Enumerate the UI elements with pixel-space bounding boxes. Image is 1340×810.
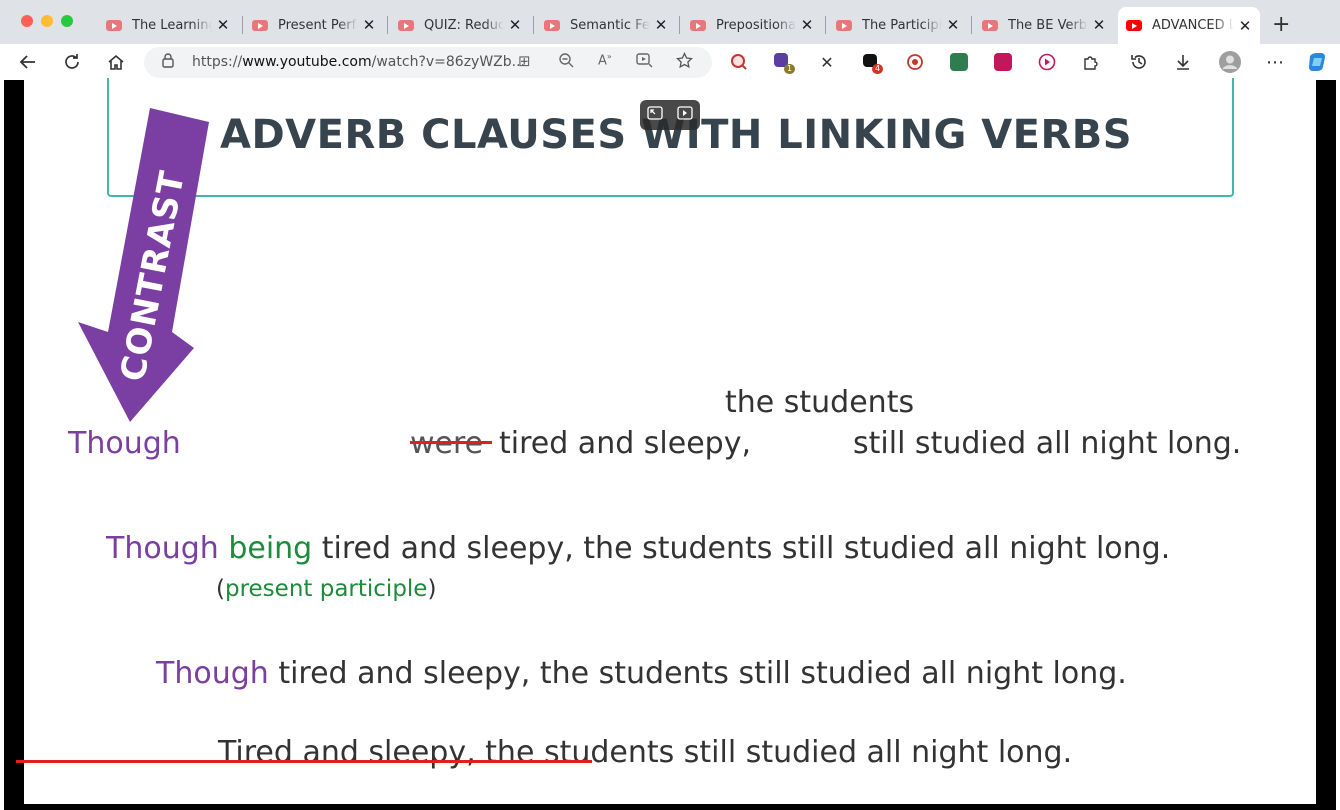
close-tab-icon[interactable]: ✕ (508, 16, 522, 34)
youtube-icon (252, 19, 268, 31)
browser-tab[interactable]: The Participial ✕ (828, 8, 968, 42)
close-tab-icon[interactable]: ✕ (654, 16, 668, 34)
video-enhance-icon[interactable] (636, 52, 653, 72)
though-word: Though (68, 426, 181, 461)
close-tab-icon[interactable]: ✕ (1238, 17, 1252, 35)
tab-label: The Learning Li (132, 17, 212, 33)
tab-label: Semantic Featu (570, 17, 650, 33)
video-progress-bar[interactable] (16, 760, 592, 763)
close-window-button[interactable] (21, 15, 33, 27)
tab-label: The Participial (862, 17, 942, 33)
video-overlay-controls (640, 100, 700, 130)
extension-record-icon[interactable] (903, 50, 927, 74)
youtube-icon (982, 19, 998, 31)
maximize-window-button[interactable] (61, 15, 73, 27)
close-tab-icon[interactable]: ✕ (1092, 16, 1106, 34)
app-available-icon[interactable]: ⊞ (518, 52, 531, 70)
browser-tab[interactable]: QUIZ: Reduced ✕ (390, 8, 530, 42)
downloads-icon[interactable] (1171, 50, 1195, 74)
inserted-subject: the students (725, 385, 915, 420)
tab-label: The BE Verb: E (1008, 17, 1088, 33)
home-icon[interactable] (104, 50, 128, 74)
more-menu-icon[interactable]: ⋯ (1263, 50, 1287, 74)
extension-pen-icon[interactable]: 1 (771, 50, 796, 74)
close-tab-icon[interactable]: ✕ (946, 16, 960, 34)
reload-icon[interactable] (60, 50, 84, 74)
history-icon[interactable] (1127, 50, 1151, 74)
close-tab-icon[interactable]: ✕ (800, 16, 814, 34)
exit-fullscreen-icon[interactable] (647, 106, 663, 124)
video-frame: ADVERB CLAUSES WITH LINKING VERBS CONTRA… (24, 78, 1316, 804)
back-icon[interactable] (16, 50, 40, 74)
youtube-icon (398, 19, 414, 31)
sentence-reduced: Though tired and sleepy, the students st… (156, 656, 1127, 691)
tab-label: ADVANCED LE (1152, 18, 1234, 33)
participle-note: (present participle) (216, 576, 437, 602)
picture-in-picture-icon[interactable] (677, 106, 693, 124)
url-text: https://www.youtube.com/watch?v=86zyWZb.… (192, 54, 526, 70)
extension-download-icon[interactable] (947, 50, 971, 74)
extension-badge: 1 (784, 64, 796, 74)
tab-label: Prepositional P (716, 17, 796, 33)
browser-tab[interactable]: Semantic Featu ✕ (536, 8, 676, 42)
browser-tab[interactable]: The Learning Li ✕ (98, 8, 238, 42)
close-tab-icon[interactable]: ✕ (362, 16, 376, 34)
tab-label: QUIZ: Reduced (424, 17, 504, 33)
youtube-icon (1126, 20, 1142, 31)
video-player[interactable]: ADVERB CLAUSES WITH LINKING VERBS CONTRA… (4, 78, 1336, 810)
favorite-star-icon[interactable] (676, 51, 693, 73)
main-clause-text: still studied all night long. (853, 426, 1242, 461)
clause-text: tired and sleepy, (499, 426, 751, 461)
copilot-icon[interactable] (1305, 50, 1329, 74)
extension-chat-icon[interactable]: 4 (859, 50, 884, 74)
minimize-window-button[interactable] (41, 15, 53, 27)
youtube-icon (544, 19, 560, 31)
profile-avatar[interactable] (1218, 50, 1242, 74)
sentence-being: Though being tired and sleepy, the stude… (106, 531, 1171, 566)
extension-badge: 4 (872, 64, 884, 74)
extension-board-icon[interactable] (991, 50, 1015, 74)
strike-line (410, 441, 492, 444)
sentence-omitted: Tired and sleepy, the students still stu… (218, 735, 1073, 770)
browser-tab[interactable]: Present Perfect ✕ (244, 8, 384, 42)
zoom-out-icon[interactable] (558, 52, 574, 72)
toolbar: https://www.youtube.com/watch?v=86zyWZb.… (0, 44, 1340, 80)
extension-cross-icon[interactable]: ✕ (815, 50, 839, 74)
address-bar[interactable]: https://www.youtube.com/watch?v=86zyWZb.… (144, 47, 712, 78)
browser-tab[interactable]: The BE Verb: E ✕ (974, 8, 1114, 42)
search-extension-icon[interactable] (727, 50, 751, 74)
youtube-icon (106, 19, 122, 31)
youtube-icon (836, 19, 852, 31)
tab-bar: The Learning Li ✕ Present Perfect ✕ QUIZ… (0, 0, 1340, 44)
browser-tab-active[interactable]: ADVANCED LE ✕ (1118, 7, 1260, 44)
new-tab-button[interactable]: + (1272, 12, 1290, 37)
extension-play-icon[interactable] (1035, 50, 1059, 74)
tab-label: Present Perfect (278, 17, 358, 33)
close-tab-icon[interactable]: ✕ (216, 16, 230, 34)
lock-icon[interactable] (162, 53, 174, 72)
extensions-puzzle-icon[interactable] (1079, 50, 1103, 74)
read-aloud-icon[interactable]: A» (598, 52, 612, 68)
youtube-icon (690, 19, 706, 31)
browser-tab[interactable]: Prepositional P ✕ (682, 8, 822, 42)
